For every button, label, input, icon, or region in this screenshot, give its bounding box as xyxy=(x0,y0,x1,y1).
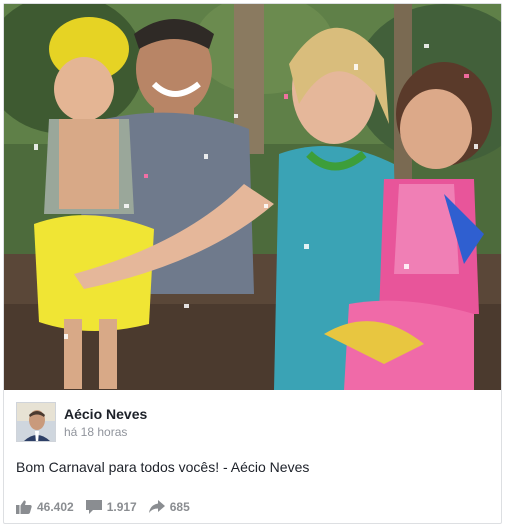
facebook-post-card: Aécio Neves há 18 horas Bom Carnaval par… xyxy=(3,3,502,524)
thumbs-up-icon xyxy=(16,500,32,514)
post-photo[interactable] xyxy=(4,4,501,390)
comment-bubble-icon xyxy=(85,500,102,514)
share-arrow-icon xyxy=(148,500,165,513)
comments-stat[interactable]: 1.917 xyxy=(85,500,137,514)
avatar[interactable] xyxy=(16,402,56,442)
comments-count: 1.917 xyxy=(106,500,137,514)
carnival-photo-illustration xyxy=(4,4,501,390)
post-stats: 46.402 1.917 685 xyxy=(16,498,486,516)
likes-stat[interactable]: 46.402 xyxy=(16,500,74,514)
author-name[interactable]: Aécio Neves xyxy=(64,406,147,422)
avatar-portrait xyxy=(17,403,55,441)
post-text: Bom Carnaval para todos vocês! - Aécio N… xyxy=(16,459,310,475)
post-author-row: Aécio Neves há 18 horas xyxy=(16,400,486,444)
shares-stat[interactable]: 685 xyxy=(148,500,190,514)
shares-count: 685 xyxy=(169,500,190,514)
likes-count: 46.402 xyxy=(37,500,74,514)
post-timestamp[interactable]: há 18 horas xyxy=(64,425,127,439)
